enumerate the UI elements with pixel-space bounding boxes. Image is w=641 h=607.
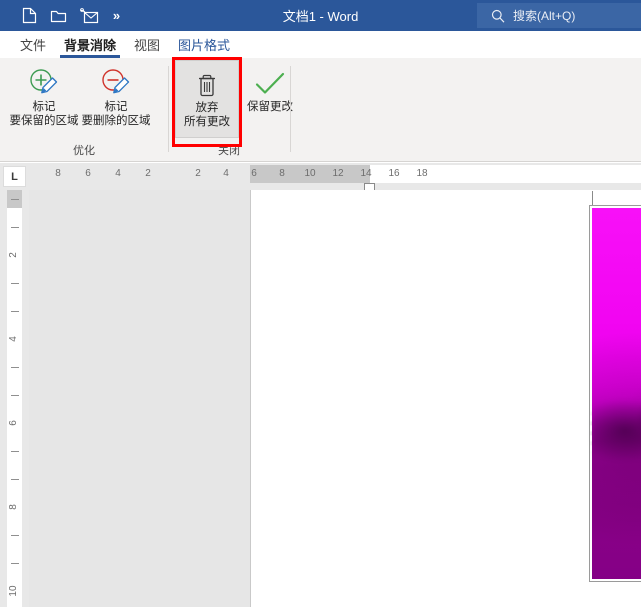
tab-background-removal[interactable]: 背景消除 <box>55 31 125 58</box>
hruler-tick-2r: 2 <box>195 168 201 179</box>
open-folder-icon[interactable] <box>44 3 74 29</box>
vruler-tick-10: 10 <box>8 585 19 597</box>
discard-all-changes-label-2: 所有更改 <box>184 116 230 128</box>
mark-areas-to-remove-label-2: 要删除的区域 <box>81 115 151 127</box>
hruler-tick-18r: 18 <box>416 168 428 179</box>
vertical-ruler[interactable]: 2 4 6 8 10 12 14 16 18 <box>0 190 29 607</box>
ribbon-group-close: 放弃 所有更改 保留更改 关闭 <box>169 58 293 161</box>
mark-areas-to-remove-label-1: 标记 <box>104 101 128 113</box>
document-canvas <box>29 190 641 607</box>
mark-areas-to-remove-button[interactable]: 标记 要删除的区域 <box>80 60 152 138</box>
hruler-tick-16r: 16 <box>388 168 400 179</box>
keep-changes-button[interactable]: 保留更改 <box>239 60 301 138</box>
quick-access-toolbar: » <box>0 3 128 29</box>
hruler-tick-4l: 4 <box>115 168 121 179</box>
save-icon[interactable] <box>74 3 104 29</box>
hruler-tick-2l: 2 <box>145 168 151 179</box>
ribbon: 标记 要保留的区域 标记 要删除的区域 优化 放弃 所有更改 保留更改 关闭 <box>0 58 641 162</box>
ribbon-group-separator-2 <box>290 66 291 152</box>
vruler-tick-4: 4 <box>8 336 19 342</box>
minus-pen-icon <box>99 66 133 100</box>
hruler-tick-6r: 6 <box>251 168 257 179</box>
keep-changes-label-1: 保留更改 <box>247 101 293 113</box>
tab-picture-format[interactable]: 图片格式 <box>169 31 239 58</box>
search-icon <box>491 9 505 23</box>
vruler-tick-6: 6 <box>8 420 19 426</box>
hruler-tick-8l: 8 <box>55 168 61 179</box>
picture-frame[interactable] <box>589 205 641 582</box>
tab-view[interactable]: 视图 <box>125 31 169 58</box>
title-bar: » 文档1 - Word 搜索(Alt+Q) <box>0 0 641 31</box>
vruler-tick-8: 8 <box>8 504 19 510</box>
search-placeholder: 搜索(Alt+Q) <box>513 9 576 23</box>
ribbon-group-refine-label: 优化 <box>73 145 95 157</box>
hruler-tick-8r: 8 <box>279 168 285 179</box>
discard-all-changes-label-1: 放弃 <box>195 102 219 114</box>
tab-file[interactable]: 文件 <box>11 31 55 58</box>
checkmark-icon <box>252 66 288 100</box>
picture-selection-border <box>589 205 641 582</box>
indent-markers[interactable] <box>364 163 377 184</box>
tab-stop-selector-label: L <box>3 166 26 187</box>
plus-pen-icon <box>27 66 61 100</box>
ribbon-group-refine: 标记 要保留的区域 标记 要删除的区域 优化 <box>0 58 168 161</box>
vruler-tick-2: 2 <box>8 252 19 258</box>
mark-areas-to-keep-label-2: 要保留的区域 <box>9 115 79 127</box>
search-box[interactable]: 搜索(Alt+Q) <box>477 3 641 28</box>
ribbon-tab-strip: 文件 背景消除 视图 图片格式 <box>0 31 641 58</box>
word-window: » 文档1 - Word 搜索(Alt+Q) 文件 背景消除 视图 图片格式 标… <box>0 0 641 607</box>
horizontal-ruler[interactable]: 8 6 4 2 2 4 6 8 10 12 14 16 18 <box>29 163 641 192</box>
new-document-icon[interactable] <box>14 3 44 29</box>
hruler-tick-4r: 4 <box>223 168 229 179</box>
hruler-tick-10r: 10 <box>304 168 316 179</box>
more-commands-icon[interactable]: » <box>104 3 128 29</box>
mark-areas-to-keep-button[interactable]: 标记 要保留的区域 <box>8 60 80 138</box>
discard-all-changes-button[interactable]: 放弃 所有更改 <box>175 60 239 138</box>
trash-icon <box>194 67 220 101</box>
hruler-tick-6l: 6 <box>85 168 91 179</box>
tab-stop-selector[interactable]: L <box>0 163 29 190</box>
hruler-tick-12r: 12 <box>332 168 344 179</box>
mark-areas-to-keep-label-1: 标记 <box>32 101 56 113</box>
document-page[interactable] <box>250 190 641 607</box>
ribbon-group-close-label: 关闭 <box>218 145 240 157</box>
